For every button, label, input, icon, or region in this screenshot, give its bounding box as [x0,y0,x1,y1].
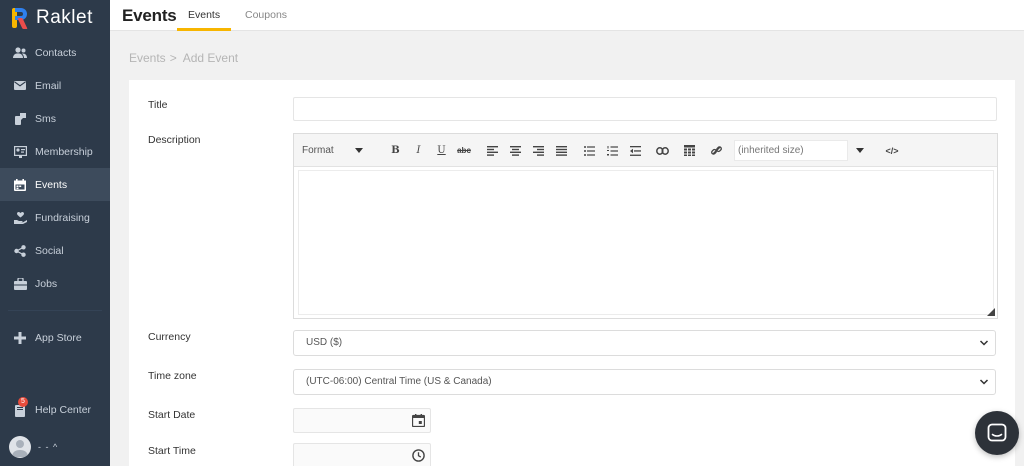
chevron-down-icon [979,379,989,385]
timezone-label: Time zone [148,370,197,382]
tab-events[interactable]: Events [177,0,232,31]
description-label: Description [148,134,201,146]
currency-value: USD ($) [306,337,343,348]
title-input[interactable] [293,97,997,121]
align-left-icon[interactable] [486,143,498,158]
italic-icon[interactable]: I [413,143,424,158]
sidebar-divider [8,310,102,311]
contacts-icon [13,46,27,60]
sidebar-item-label: Contacts [35,46,77,59]
sidebar-item-email[interactable]: Email [0,69,110,102]
start-date-input[interactable] [293,408,431,433]
user-menu-toggle: - - ^ [38,442,59,452]
strikethrough-icon[interactable]: abc [457,143,471,158]
font-size-dropdown[interactable]: (inherited size) [734,140,848,161]
raklet-logo [12,8,28,29]
table-icon[interactable] [683,143,695,158]
notification-badge: 5 [18,397,28,407]
breadcrumb-current: Add Event [182,51,239,65]
format-dropdown[interactable]: Format [302,143,363,158]
start-time-input[interactable] [293,443,431,466]
brand-name: Raklet [36,7,93,28]
book-icon: 5 [13,397,28,417]
align-right-icon[interactable] [532,143,544,158]
breadcrumb-separator: > [169,51,177,65]
link-icon[interactable] [655,143,669,158]
sidebar-item-social[interactable]: Social [0,234,110,267]
clock-icon[interactable] [412,449,425,462]
resize-handle[interactable] [987,308,995,316]
sidebar-item-label: Events [35,178,68,191]
hand-heart-icon [13,211,27,225]
avatar [9,436,31,458]
help-center-label: Help Center [35,404,92,416]
start-time-label: Start Time [148,445,196,457]
sidebar-item-contacts[interactable]: Contacts [0,36,110,69]
email-icon [13,79,27,93]
share-icon [13,244,27,258]
sidebar-item-label: App Store [35,331,82,344]
sidebar-item-label: Membership [35,145,93,158]
sidebar-item-events[interactable]: Events [0,168,110,201]
help-center-link[interactable]: 5 Help Center [13,397,92,417]
font-size-label: (inherited size) [738,145,804,156]
align-center-icon[interactable] [509,143,521,158]
brand[interactable]: Raklet [0,0,110,36]
currency-select[interactable]: USD ($) [293,330,996,356]
membership-icon [13,145,27,159]
timezone-select[interactable]: (UTC-06:00) Central Time (US & Canada) [293,369,996,395]
sidebar-nav: Contacts Email Sms Membership Events Fun… [0,36,110,354]
outdent-icon[interactable] [629,143,641,158]
sidebar-item-sms[interactable]: Sms [0,102,110,135]
start-date-label: Start Date [148,409,196,421]
sidebar: Raklet Contacts Email Sms Membership Eve… [0,0,110,466]
chevron-down-icon [979,340,989,346]
sms-icon [13,112,27,126]
event-form: Title Description Format B I U abc (inhe… [129,80,1015,466]
chevron-down-icon [354,148,363,153]
description-textarea[interactable] [298,170,994,315]
timezone-value: (UTC-06:00) Central Time (US & Canada) [306,376,492,387]
unlink-icon[interactable] [710,143,722,158]
calendar-icon[interactable] [412,414,425,427]
chat-launcher-button[interactable] [975,411,1019,455]
description-editor: Format B I U abc (inherited size) </> [293,133,998,319]
sidebar-item-label: Jobs [35,277,58,290]
sidebar-item-label: Fundraising [35,211,90,224]
sidebar-item-label: Email [35,79,62,92]
plus-icon [13,331,27,345]
sidebar-item-membership[interactable]: Membership [0,135,110,168]
underline-icon[interactable]: U [436,143,447,158]
breadcrumb-parent[interactable]: Events [129,51,166,65]
top-bar: Events Events Coupons [110,0,1024,31]
chat-icon [987,423,1007,442]
briefcase-icon [13,277,27,291]
page-title: Events [122,6,177,25]
title-label: Title [148,99,168,111]
format-label: Format [302,145,334,156]
sidebar-item-label: Social [35,244,64,257]
chevron-down-icon[interactable] [855,143,865,158]
editor-toolbar: Format B I U abc (inherited size) </> [294,134,997,167]
calendar-icon [13,178,27,192]
sidebar-item-fundraising[interactable]: Fundraising [0,201,110,234]
user-menu[interactable]: - - ^ [9,436,58,458]
breadcrumb: Events > Add Event [129,51,238,65]
sidebar-item-jobs[interactable]: Jobs [0,267,110,300]
align-justify-icon[interactable] [555,143,567,158]
numbered-list-icon[interactable] [606,143,618,158]
tab-coupons[interactable]: Coupons [234,0,298,31]
sidebar-item-app-store[interactable]: App Store [0,321,110,354]
sidebar-item-label: Sms [35,112,56,125]
bold-icon[interactable]: B [390,143,401,158]
bulleted-list-icon[interactable] [583,143,595,158]
code-view-icon[interactable]: </> [885,143,899,158]
currency-label: Currency [148,331,191,343]
